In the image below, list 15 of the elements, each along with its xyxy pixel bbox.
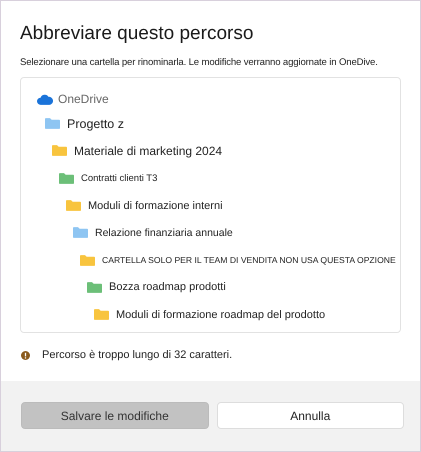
folder-item[interactable]: Progetto z bbox=[67, 116, 124, 131]
cloud-icon bbox=[37, 94, 53, 104]
folder-item[interactable]: CARTELLA SOLO PER IL TEAM DI VENDITA NON USA QUESTA OPZIONE bbox=[102, 255, 396, 266]
dialog-description: Selezionare una cartella per rinominarla. Le modifiche verranno aggiornate in OneDive. bbox=[20, 57, 378, 68]
warning-message: Percorso è troppo lungo di 32 caratteri. bbox=[42, 349, 232, 361]
warning-icon bbox=[21, 350, 30, 360]
folder-item[interactable]: Moduli di formazione roadmap del prodotto bbox=[116, 308, 326, 321]
cancel-button[interactable]: Annulla bbox=[216, 402, 404, 429]
folder-item[interactable]: Bozza roadmap prodotti bbox=[109, 281, 226, 294]
folder-item[interactable]: Materiale di marketing 2024 bbox=[74, 144, 222, 158]
folder-item[interactable]: Contratti clienti T3 bbox=[81, 172, 158, 184]
folder-item[interactable]: Moduli di formazione interni bbox=[88, 200, 223, 212]
tree-root-label: OneDrive bbox=[58, 92, 109, 106]
dialog-title: Abbreviare questo percorso bbox=[20, 23, 254, 45]
folder-item[interactable]: Relazione finanziaria annuale bbox=[95, 226, 233, 239]
